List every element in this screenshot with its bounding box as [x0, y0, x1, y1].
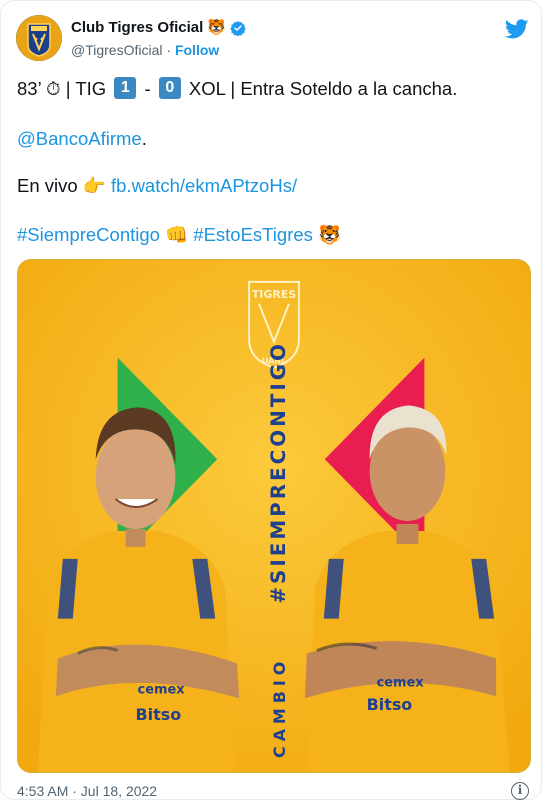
tiger-icon: 🐯	[318, 224, 342, 245]
vertical-cambio: CAMBIO	[270, 657, 289, 758]
handle-row: @TigresOficial · Follow	[71, 42, 219, 58]
tweet-media-image[interactable]: TIGRES UANL #SIEMPRECONTIGO CAMBIO cemex…	[17, 259, 531, 773]
info-icon[interactable]: i	[511, 782, 529, 800]
score-dash: -	[139, 78, 156, 99]
verified-badge-icon	[230, 20, 246, 36]
live-label: En vivo	[17, 175, 83, 196]
account-name[interactable]: Club Tigres Oficial	[71, 19, 203, 36]
hashtag-estoestigres[interactable]: #EstoEsTigres	[193, 224, 313, 245]
home-score-badge: 1	[114, 77, 137, 100]
account-handle[interactable]: @TigresOficial	[71, 42, 163, 58]
tweet-line-live: En vivo 👉 fb.watch/ekmAPtzoHs/	[17, 174, 297, 198]
crest-top-text: TIGRES	[252, 288, 296, 301]
right-sponsor-bitso: Bitso	[367, 695, 413, 714]
hashtag-siemprecontigo[interactable]: #SiempreContigo	[17, 224, 160, 245]
separator-dot: ·	[166, 42, 172, 58]
tiger-emoji-icon: 🐯	[207, 19, 226, 36]
left-sponsor-cemex: cemex	[138, 682, 186, 697]
account-name-row[interactable]: Club Tigres Oficial 🐯	[71, 19, 246, 36]
stopwatch-icon: ⏱	[46, 78, 61, 99]
right-sponsor-cemex: cemex	[377, 675, 425, 690]
twitter-logo-icon[interactable]	[505, 17, 529, 41]
score-line-rest: XOL | Entra Soteldo a la cancha.	[183, 78, 458, 99]
avatar[interactable]	[16, 15, 62, 61]
mention-link[interactable]: @BancoAfirme	[17, 128, 142, 149]
vertical-hashtag: #SIEMPRECONTIGO	[267, 341, 290, 604]
tweet-card: Club Tigres Oficial 🐯 @TigresOficial · F…	[0, 0, 542, 800]
tweet-line-mention: @BancoAfirme.	[17, 127, 147, 151]
home-team-label: | TIG	[60, 78, 112, 99]
substitution-graphic: TIGRES UANL #SIEMPRECONTIGO CAMBIO cemex…	[18, 260, 530, 772]
left-sponsor-bitso: Bitso	[136, 705, 182, 724]
follow-button[interactable]: Follow	[175, 42, 219, 58]
live-stream-link[interactable]: fb.watch/ekmAPtzoHs/	[111, 175, 297, 196]
mention-period: .	[141, 128, 147, 149]
match-minute: 83’	[17, 78, 42, 99]
tweet-timestamp[interactable]: 4:53 AM · Jul 18, 2022	[17, 783, 157, 799]
tweet-line-hashtags: #SiempreContigo 👊 #EstoEsTigres 🐯	[17, 223, 341, 247]
away-score-badge: 0	[158, 77, 181, 100]
pointing-hand-icon: 👉	[82, 175, 106, 196]
fist-icon: 👊	[165, 224, 189, 245]
tweet-line-score: 83’ ⏱ | TIG 1 - 0 XOL | Entra Soteldo a …	[17, 77, 457, 101]
